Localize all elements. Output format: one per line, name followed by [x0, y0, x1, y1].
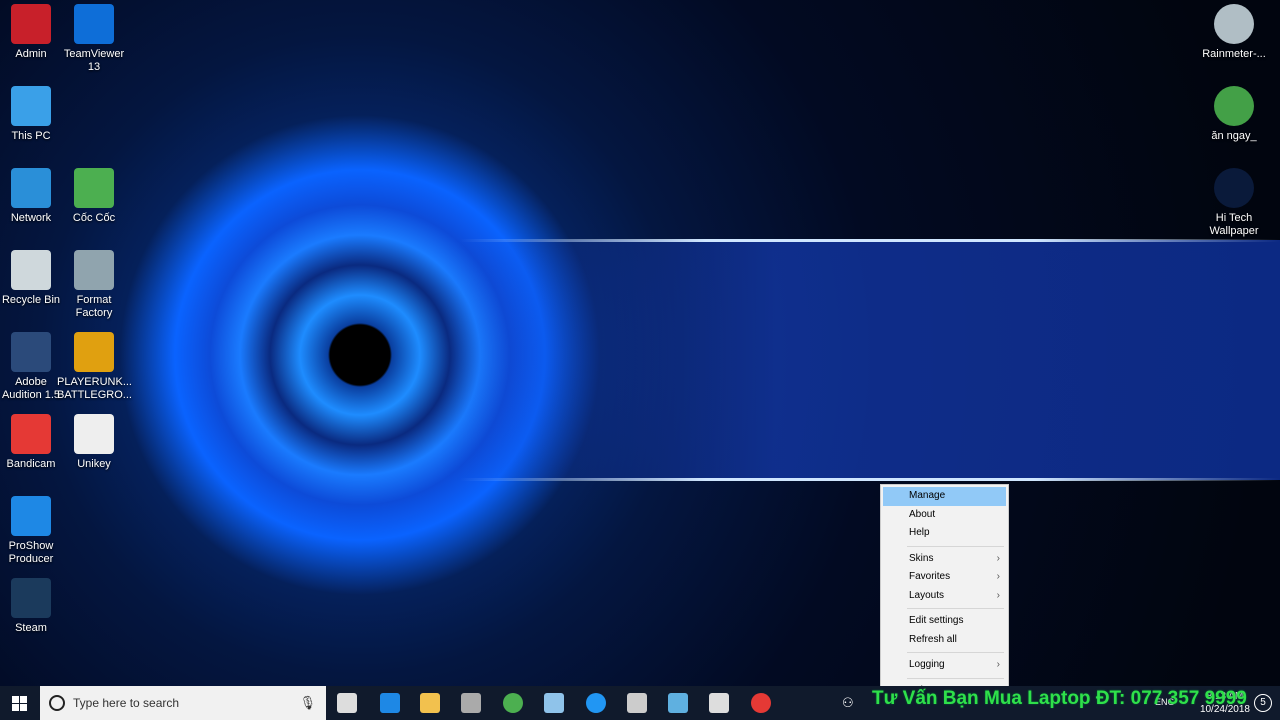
start-button[interactable]: [12, 696, 27, 711]
app-icon: [74, 168, 114, 208]
desktop-icon-label: Rainmeter-...: [1202, 48, 1266, 60]
menu-item-manage[interactable]: Manage: [883, 487, 1006, 506]
taskbar-coc-coc-icon[interactable]: [503, 693, 523, 713]
desktop-icon[interactable]: Format Factory: [57, 250, 131, 320]
taskbar-app-icon[interactable]: [627, 693, 647, 713]
cortana-icon: [49, 695, 65, 711]
app-icon: [11, 496, 51, 536]
app-icon: [74, 414, 114, 454]
menu-item-label: Edit settings: [909, 615, 964, 626]
menu-item-help[interactable]: Help: [881, 524, 1008, 543]
rainmeter-context-menu: Manage About Help Skins › Favorites › Layouts › E…: [880, 484, 1009, 698]
menu-item-label: Layouts: [909, 589, 945, 601]
menu-item-label: Favorites: [909, 571, 951, 582]
search-box[interactable]: Type here to search 🎙: [40, 686, 326, 720]
desktop-icon-label: ăn ngay_: [1211, 130, 1257, 142]
desktop-icon[interactable]: TeamViewer 13: [57, 4, 131, 74]
wallpaper-circuit-band: [440, 240, 1280, 480]
taskbar-edge-icon[interactable]: [380, 693, 400, 713]
taskbar-app-icon[interactable]: [461, 693, 481, 713]
menu-separator: [907, 608, 1004, 609]
menu-separator: [907, 545, 1004, 547]
app-icon: [11, 4, 51, 44]
menu-item-logging[interactable]: Logging ›: [881, 656, 1008, 675]
menu-item-label: About: [909, 508, 936, 520]
app-icon: [11, 578, 51, 618]
chevron-right-icon: ›: [996, 571, 1000, 582]
desktop-icon-label: PLAYERUNK... BATTLEGRO...: [57, 376, 132, 401]
app-icon: [11, 332, 51, 372]
microphone-icon[interactable]: 🎙: [299, 686, 316, 720]
desktop-icon[interactable]: Unikey: [57, 414, 131, 471]
menu-item-label: Refresh all: [909, 633, 957, 645]
menu-item-label: Skins: [909, 552, 934, 564]
app-icon: [1214, 4, 1254, 44]
menu-item-about[interactable]: About: [881, 506, 1008, 525]
app-icon: [74, 250, 114, 290]
menu-item-favorites[interactable]: Favorites ›: [881, 568, 1008, 587]
desktop-icon[interactable]: ăn ngay_: [1197, 86, 1271, 143]
app-icon: [74, 4, 114, 44]
chevron-right-icon: ›: [996, 659, 1000, 670]
menu-separator: [907, 652, 1004, 653]
taskbar-app-icon[interactable]: [544, 693, 564, 713]
app-icon: [11, 414, 51, 454]
menu-item-refresh-all[interactable]: Refresh all: [881, 631, 1008, 650]
chevron-right-icon: ›: [996, 589, 1000, 601]
menu-item-layouts[interactable]: Layouts ›: [881, 587, 1008, 606]
taskbar-app-icon[interactable]: [668, 693, 688, 713]
desktop-icon-label: Steam: [15, 622, 47, 634]
desktop-icon-label: Format Factory: [75, 294, 113, 319]
notification-center-button[interactable]: 5: [1254, 694, 1272, 712]
desktop-icon-label: ProShow Producer: [8, 540, 54, 565]
menu-item-label: Help: [909, 527, 930, 538]
app-icon: [1214, 168, 1254, 208]
desktop-icon-label: Hi Tech Wallpaper: [1209, 212, 1259, 237]
app-icon: [1214, 86, 1254, 126]
desktop-icon-label: Unikey: [77, 458, 111, 470]
app-icon: [74, 332, 114, 372]
menu-item-edit-settings[interactable]: Edit settings: [881, 612, 1008, 631]
taskbar-proshow-icon[interactable]: [586, 693, 606, 713]
wallpaper-light-line: [460, 478, 1280, 481]
app-icon: [11, 168, 51, 208]
chevron-right-icon: ›: [996, 552, 1000, 564]
taskbar-bandicam-icon[interactable]: [751, 693, 771, 713]
taskbar-file-explorer-icon[interactable]: [420, 693, 440, 713]
menu-separator: [907, 677, 1004, 679]
desktop-icon-label: Cốc Cốc: [72, 212, 116, 224]
watermark-overlay-text: Tư Vấn Bạn Mua Laptop ĐT: 077 357 9999: [872, 688, 1247, 709]
search-placeholder: Type here to search: [73, 696, 180, 710]
desktop-icon[interactable]: Hi Tech Wallpaper: [1197, 168, 1271, 238]
menu-item-label: Manage: [909, 490, 946, 501]
taskbar-task-view-icon[interactable]: [337, 693, 357, 713]
people-icon[interactable]: ⚇: [842, 695, 854, 711]
menu-item-label: Logging: [909, 659, 945, 670]
desktop-icon-label: This PC: [11, 130, 51, 142]
desktop-icon[interactable]: Rainmeter-...: [1197, 4, 1271, 61]
desktop-icon[interactable]: Steam: [0, 578, 68, 635]
desktop-icon[interactable]: Cốc Cốc: [57, 168, 131, 225]
desktop-icon[interactable]: ProShow Producer: [0, 496, 68, 566]
wallpaper-light-line: [460, 239, 1280, 242]
taskbar-settings-icon[interactable]: [709, 693, 729, 713]
menu-item-skins[interactable]: Skins ›: [881, 550, 1008, 569]
app-icon: [11, 86, 51, 126]
app-icon: [11, 250, 51, 290]
desktop-icon[interactable]: PLAYERUNK... BATTLEGRO...: [57, 332, 132, 402]
desktop-icon[interactable]: This PC: [0, 86, 68, 143]
desktop-icon-label: TeamViewer 13: [63, 48, 125, 73]
